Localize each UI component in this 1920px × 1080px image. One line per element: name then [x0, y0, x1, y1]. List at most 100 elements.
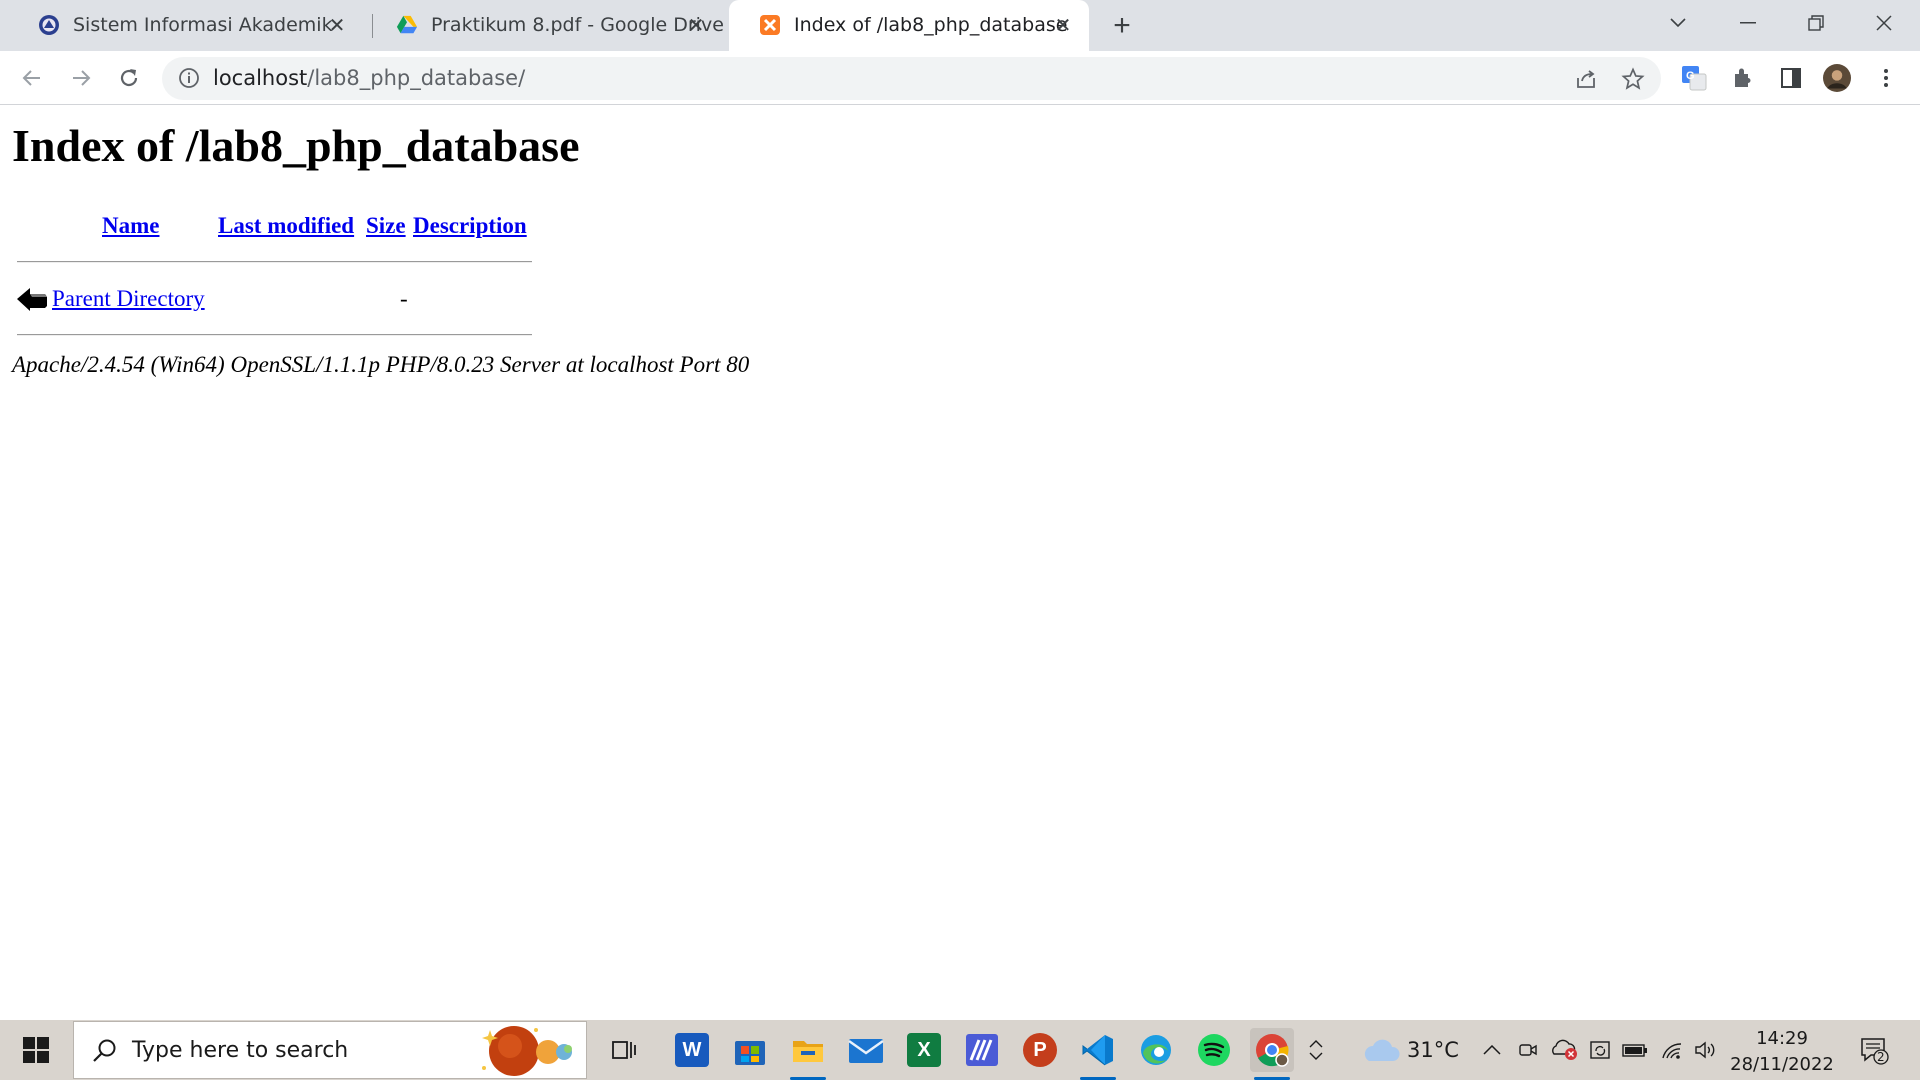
wifi-icon	[1662, 1043, 1682, 1059]
back-arrow-icon	[17, 288, 47, 311]
menu-kebab-icon[interactable]	[1872, 64, 1900, 92]
url-text[interactable]: localhost/lab8_php_database/	[213, 66, 525, 90]
tray-volume[interactable]	[1692, 1020, 1720, 1080]
tab-search-chevron-icon[interactable]	[1648, 0, 1708, 45]
divider	[17, 334, 532, 336]
vscode-icon	[1082, 1035, 1113, 1066]
site-info-icon[interactable]	[178, 67, 200, 89]
taskbar-app-vscode[interactable]	[1076, 1028, 1120, 1080]
reload-button[interactable]	[112, 61, 146, 95]
speaker-icon	[1695, 1041, 1715, 1059]
sync-status-icon	[1590, 1041, 1610, 1059]
tab-index-of[interactable]: Index of /lab8_php_database ✕	[729, 0, 1089, 51]
parent-directory-link[interactable]: Parent Directory	[52, 286, 205, 312]
taskbar-app-mail[interactable]	[844, 1028, 888, 1072]
notification-center-button[interactable]: 2	[1854, 1020, 1894, 1080]
tab-google-drive[interactable]: Praktikum 8.pdf - Google Drive ✕	[366, 0, 724, 51]
column-header-description[interactable]: Description	[413, 213, 527, 239]
taskbar-app-edge[interactable]	[1134, 1028, 1178, 1072]
taskbar-app-vpn[interactable]	[960, 1028, 1004, 1072]
tab-title: Praktikum 8.pdf - Google Drive	[431, 14, 724, 36]
taskbar-scroll-arrows[interactable]	[1304, 1020, 1328, 1080]
back-button[interactable]	[15, 61, 49, 95]
task-view-icon	[612, 1041, 636, 1059]
column-header-name[interactable]: Name	[102, 213, 159, 239]
avatar[interactable]	[1823, 64, 1851, 92]
word-icon: W	[675, 1033, 709, 1067]
taskbar-app-spotify[interactable]	[1192, 1028, 1236, 1072]
google-translate-icon[interactable]: G	[1680, 64, 1708, 92]
xampp-icon	[759, 14, 781, 36]
taskbar-app-chrome[interactable]	[1250, 1028, 1294, 1080]
taskbar-app-file-explorer[interactable]	[786, 1028, 830, 1080]
minimize-button[interactable]	[1718, 0, 1778, 45]
windows-logo-icon	[23, 1037, 49, 1063]
start-button[interactable]	[0, 1020, 72, 1080]
excel-icon: X	[907, 1033, 941, 1067]
clock-date: 28/11/2022	[1730, 1054, 1834, 1075]
tray-sync[interactable]	[1586, 1020, 1614, 1080]
reload-icon	[120, 69, 138, 87]
new-tab-button[interactable]: +	[1106, 9, 1138, 42]
bookmark-star-icon[interactable]	[1621, 67, 1645, 91]
search-icon	[93, 1039, 116, 1062]
tab-title: Index of /lab8_php_database	[794, 14, 1068, 36]
forward-arrow-icon	[73, 70, 91, 86]
extensions-puzzle-icon[interactable]	[1729, 64, 1757, 92]
edge-icon	[1141, 1035, 1171, 1065]
university-emblem-icon	[38, 14, 60, 36]
browser-toolbar: localhost/lab8_php_database/ G	[0, 51, 1920, 105]
taskbar-app-excel[interactable]: X	[902, 1028, 946, 1072]
chevron-up-icon	[1309, 1040, 1323, 1048]
forward-button[interactable]	[64, 61, 98, 95]
tray-onedrive[interactable]	[1548, 1020, 1580, 1080]
close-window-button[interactable]	[1854, 0, 1914, 45]
chevron-up-icon	[1483, 1045, 1501, 1055]
tab-title: Sistem Informasi Akademik	[73, 14, 333, 36]
column-header-last-modified[interactable]: Last modified	[218, 213, 354, 239]
tab-strip: Sistem Informasi Akademik ✕ Praktikum 8.…	[0, 0, 1920, 51]
weather-temperature: 31°C	[1407, 1038, 1459, 1062]
cloud-icon	[1364, 1039, 1400, 1061]
taskbar-clock[interactable]: 14:29 28/11/2022	[1722, 1026, 1842, 1078]
tab-sistem-informasi[interactable]: Sistem Informasi Akademik ✕	[8, 0, 363, 51]
column-header-size[interactable]: Size	[366, 213, 406, 239]
chrome-icon	[1256, 1034, 1289, 1067]
share-icon[interactable]	[1574, 67, 1598, 91]
close-icon[interactable]: ✕	[325, 13, 349, 37]
task-view-button[interactable]	[602, 1028, 646, 1072]
tray-battery[interactable]	[1620, 1020, 1650, 1080]
server-signature: Apache/2.4.54 (Win64) OpenSSL/1.1.1p PHP…	[12, 352, 750, 377]
taskbar-app-store[interactable]	[728, 1028, 772, 1072]
show-hidden-icons-button[interactable]	[1478, 1020, 1506, 1080]
restore-button[interactable]	[1786, 0, 1846, 45]
taskbar: Type here to search W X P 31°C 14:29 28/…	[0, 1020, 1920, 1080]
vpn-app-icon	[966, 1034, 998, 1066]
page-title: Index of /lab8_php_database	[12, 120, 580, 171]
taskbar-app-word[interactable]: W	[670, 1028, 714, 1072]
url-host: localhost	[213, 66, 308, 90]
folder-icon	[793, 1041, 823, 1062]
search-highlight-planets-icon	[482, 1026, 572, 1076]
tray-network[interactable]	[1658, 1020, 1686, 1080]
close-icon[interactable]: ✕	[1051, 13, 1075, 37]
taskbar-search-input[interactable]: Type here to search	[73, 1021, 587, 1079]
onedrive-error-icon	[1552, 1039, 1577, 1060]
google-drive-icon	[396, 14, 418, 36]
clock-time: 14:29	[1756, 1028, 1808, 1049]
taskbar-app-powerpoint[interactable]: P	[1018, 1028, 1062, 1072]
url-path: /lab8_php_database/	[307, 66, 526, 90]
divider	[17, 261, 532, 263]
chevron-down-icon	[1309, 1052, 1323, 1060]
camera-icon	[1519, 1044, 1537, 1056]
close-icon[interactable]: ✕	[684, 13, 708, 37]
side-panel-icon[interactable]	[1777, 64, 1805, 92]
weather-widget[interactable]: 31°C	[1360, 1020, 1460, 1080]
tray-meet-now[interactable]	[1514, 1020, 1542, 1080]
powerpoint-icon: P	[1023, 1033, 1057, 1067]
notification-count-badge: 2	[1877, 1050, 1885, 1064]
mail-icon	[848, 1039, 884, 1063]
row-size: -	[400, 286, 408, 311]
svg-text:G: G	[1686, 70, 1695, 82]
address-bar[interactable]: localhost/lab8_php_database/	[162, 57, 1661, 100]
